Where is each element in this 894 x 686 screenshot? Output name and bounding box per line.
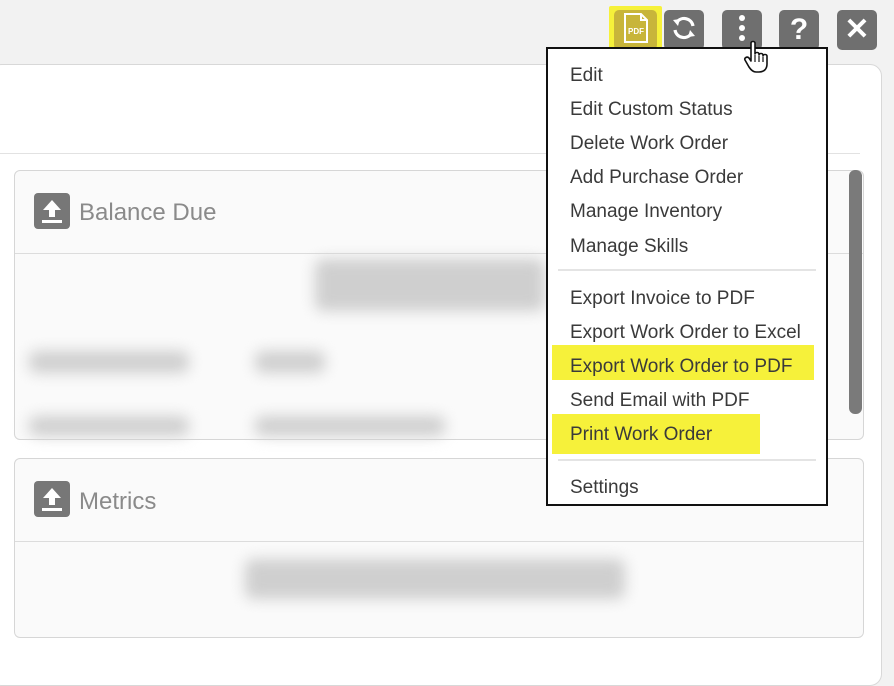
actions-menu: Edit Edit Custom Status Delete Work Orde…	[546, 47, 828, 506]
menu-item-export-invoice-pdf[interactable]: Export Invoice to PDF	[570, 288, 755, 310]
help-button[interactable]: ?	[779, 10, 819, 50]
menu-divider	[558, 269, 816, 271]
close-icon: ✕	[844, 13, 870, 46]
menu-item-edit-custom-status[interactable]: Edit Custom Status	[570, 99, 733, 121]
divider	[15, 541, 863, 542]
blurred-content	[315, 259, 545, 311]
blurred-content	[245, 559, 625, 599]
blurred-content	[29, 416, 189, 436]
refresh-button[interactable]	[664, 10, 704, 50]
upload-icon[interactable]	[34, 193, 70, 229]
scrollbar[interactable]	[849, 170, 862, 414]
card-title: Metrics	[79, 488, 157, 515]
menu-item-export-work-order-pdf[interactable]: Export Work Order to PDF	[570, 356, 792, 378]
menu-item-export-work-order-excel[interactable]: Export Work Order to Excel	[570, 322, 801, 344]
pdf-button[interactable]: PDF	[614, 10, 657, 50]
menu-item-add-purchase-order[interactable]: Add Purchase Order	[570, 167, 743, 189]
menu-divider	[558, 459, 816, 461]
hand-pointer-icon	[743, 40, 775, 79]
refresh-icon	[669, 13, 699, 48]
help-icon: ?	[789, 13, 809, 46]
pdf-file-icon: PDF	[623, 12, 649, 48]
menu-item-delete-work-order[interactable]: Delete Work Order	[570, 133, 728, 155]
menu-item-send-email-pdf[interactable]: Send Email with PDF	[570, 390, 750, 412]
menu-item-manage-skills[interactable]: Manage Skills	[570, 236, 688, 258]
upload-icon[interactable]	[34, 481, 70, 517]
card-title: Balance Due	[79, 199, 217, 226]
menu-item-edit[interactable]: Edit	[570, 65, 603, 87]
menu-item-settings[interactable]: Settings	[570, 477, 639, 499]
blurred-content	[255, 351, 325, 373]
menu-item-manage-inventory[interactable]: Manage Inventory	[570, 201, 722, 223]
pdf-icon-label: PDF	[628, 27, 644, 36]
blurred-content	[255, 416, 445, 436]
menu-item-print-work-order[interactable]: Print Work Order	[570, 424, 712, 446]
blurred-content	[29, 351, 189, 373]
close-button[interactable]: ✕	[837, 10, 877, 50]
